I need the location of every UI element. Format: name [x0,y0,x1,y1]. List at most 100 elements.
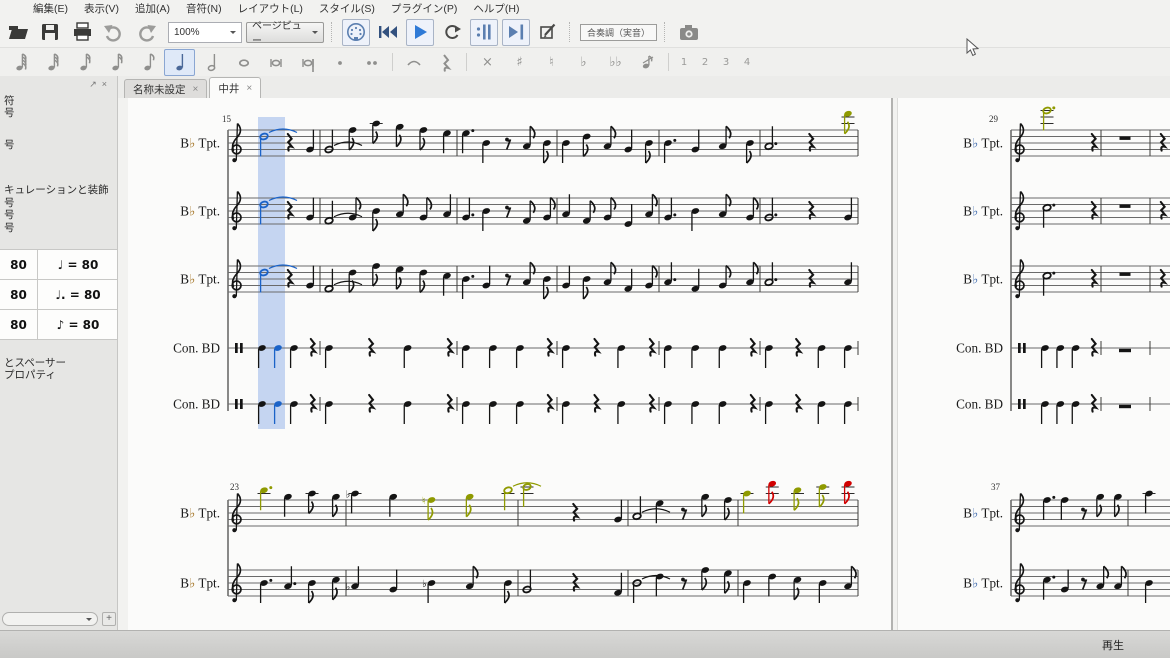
rest[interactable] [650,339,654,356]
note[interactable] [515,400,524,424]
note[interactable] [818,579,827,603]
menu-item-2[interactable]: 追加(A) [127,0,178,17]
note[interactable] [324,400,333,424]
note[interactable] [843,400,852,424]
midi-input-button[interactable] [342,19,370,46]
note[interactable] [617,400,626,424]
note[interactable] [663,139,676,163]
note[interactable] [561,400,570,424]
score-canvas[interactable]: 15B♭ Tpt.B♭ Tpt.B♭ Tpt.Con. BDCon. BD23B… [118,98,1170,630]
rest[interactable] [594,395,598,412]
image-capture-button[interactable] [675,19,703,46]
note-whole-button[interactable] [228,49,259,76]
rest[interactable] [548,339,552,356]
note[interactable] [655,573,664,597]
menu-item-6[interactable]: プラグイン(P) [383,0,466,17]
note-longa-button[interactable] [292,49,323,76]
note[interactable] [1041,106,1056,130]
note[interactable] [582,275,591,299]
print-button[interactable] [68,19,96,46]
menu-item-3[interactable]: 音符(N) [178,0,230,17]
pan-score-button[interactable] [502,19,530,46]
rest[interactable] [1092,395,1096,412]
note[interactable] [1056,344,1065,368]
note[interactable] [663,344,672,368]
close-panel-icon[interactable]: × [102,79,112,89]
rest[interactable] [448,395,452,412]
note[interactable] [482,139,491,163]
rest[interactable] [505,274,510,286]
rest[interactable] [751,395,755,412]
menu-item-0[interactable]: 編集(E) [25,0,76,17]
palette-search-combo[interactable] [2,612,98,626]
rest[interactable] [650,395,654,412]
rest[interactable] [548,395,552,412]
palette-item[interactable]: キュレーションと装飾 [4,182,109,197]
menu-item-1[interactable]: 表示(V) [76,0,127,17]
note[interactable] [817,344,826,368]
note-8th-button[interactable] [132,49,163,76]
view-mode-select[interactable]: ページビュー [246,22,324,43]
note[interactable] [617,344,626,368]
tempo-cell-left[interactable]: 80 [0,310,38,339]
note[interactable] [817,400,826,424]
voice-3-button[interactable]: 3 [716,49,736,76]
rest[interactable] [369,395,373,412]
voice-2-button[interactable]: 2 [695,49,715,76]
note[interactable] [461,275,474,299]
note[interactable] [515,344,524,368]
rest[interactable] [1119,349,1131,352]
rest[interactable] [796,339,800,356]
note[interactable] [1060,570,1069,594]
voice-4-button[interactable]: 4 [737,49,757,76]
double-flat-button[interactable]: ♭♭ [600,49,631,76]
note[interactable] [307,579,316,603]
note[interactable] [691,130,700,154]
note[interactable] [259,579,272,603]
note[interactable] [348,269,357,293]
palette-item[interactable]: 号 [4,105,15,120]
note[interactable] [843,198,852,222]
tab-close-icon[interactable]: × [246,83,252,94]
sharp-button[interactable]: ♯ [504,49,535,76]
rest[interactable] [505,206,510,218]
note[interactable] [624,130,633,154]
note[interactable] [389,570,398,594]
double-sharp-button[interactable]: × [472,49,503,76]
rewind-button[interactable] [374,19,402,46]
note[interactable] [488,400,497,424]
note[interactable]: ♭ [422,579,436,603]
note-breve-button[interactable] [260,49,291,76]
note[interactable]: ♮ [422,496,436,520]
tempo-cell-right[interactable]: ♪ = 80 [38,310,118,339]
note[interactable] [306,490,319,514]
note[interactable] [768,573,777,597]
note[interactable] [691,207,700,231]
rest[interactable] [311,339,315,356]
rest[interactable] [1092,339,1096,356]
note[interactable] [1040,344,1049,368]
note[interactable] [305,266,314,290]
note[interactable] [305,198,314,222]
note[interactable] [1144,579,1153,603]
flat-button[interactable]: ♭ [568,49,599,76]
note-128th-button[interactable] [4,49,35,76]
note[interactable] [1056,400,1065,424]
rest[interactable] [594,339,598,356]
undo-button[interactable] [100,19,128,46]
note[interactable] [1143,490,1156,514]
note[interactable] [324,344,333,368]
play-repeats-button[interactable] [470,19,498,46]
note[interactable] [403,400,412,424]
rest[interactable] [1119,405,1131,408]
open-file-button[interactable] [4,19,32,46]
rest[interactable] [681,508,686,520]
note[interactable] [488,344,497,368]
tab-2[interactable]: 中井× [209,77,261,98]
note[interactable] [582,133,591,157]
note[interactable] [624,204,633,228]
note[interactable] [663,400,672,424]
add-palette-button[interactable]: + [102,612,116,626]
note[interactable] [691,344,700,368]
tempo-cell-right[interactable]: ♩ = 80 [38,250,118,279]
